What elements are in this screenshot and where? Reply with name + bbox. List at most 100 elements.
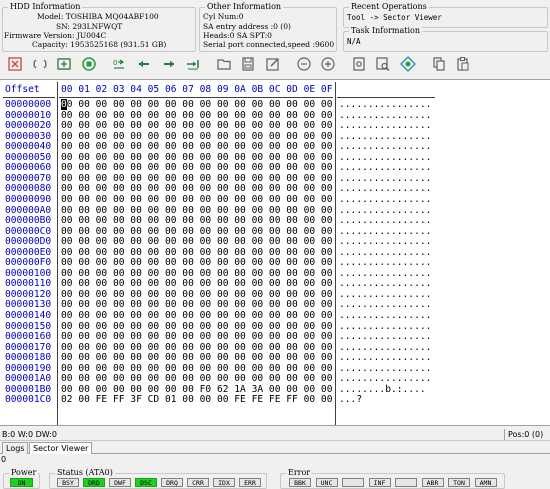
row-bytes[interactable]: 00 00 00 00 00 00 00 00 00 00 00 00 00 0… bbox=[61, 194, 332, 205]
row-address: 00000020 bbox=[5, 120, 52, 132]
row-bytes[interactable]: 00 00 00 00 00 00 00 00 00 00 00 00 00 0… bbox=[61, 352, 332, 363]
column-divider-2 bbox=[335, 82, 336, 425]
stop-icon bbox=[82, 57, 96, 71]
column-divider-1 bbox=[57, 82, 58, 425]
stop-button[interactable] bbox=[78, 53, 100, 75]
edit-button[interactable] bbox=[262, 53, 284, 75]
export-button[interactable] bbox=[4, 53, 26, 75]
row-ascii[interactable]: ................ bbox=[339, 352, 431, 363]
refresh-icon bbox=[33, 59, 47, 69]
status-flag-err: ERR bbox=[239, 478, 261, 487]
row-ascii[interactable]: ................ bbox=[339, 310, 431, 321]
row-address: 000000F0 bbox=[5, 257, 52, 269]
sn-label: SN: bbox=[56, 22, 70, 31]
error-flag-abr: ABR bbox=[421, 478, 444, 487]
row-ascii[interactable]: ................ bbox=[339, 374, 431, 384]
error-flag-ton: TON bbox=[448, 478, 470, 487]
tab-logs[interactable]: Logs bbox=[2, 442, 29, 454]
row-bytes[interactable]: 00 00 00 00 00 00 00 00 00 00 00 00 00 0… bbox=[61, 215, 332, 226]
row-bytes[interactable]: 00 00 00 00 00 00 00 00 00 00 00 00 00 0… bbox=[61, 374, 332, 384]
crosshair-button[interactable] bbox=[397, 53, 419, 75]
error-title: Error bbox=[286, 468, 313, 478]
hex-cursor: 0 bbox=[61, 99, 67, 110]
row-ascii[interactable]: ................ bbox=[339, 331, 431, 342]
row-ascii[interactable]: ................ bbox=[339, 258, 431, 268]
copy-button[interactable] bbox=[428, 53, 450, 75]
status-flag-drd: DRD bbox=[83, 478, 105, 487]
find-icon bbox=[376, 57, 390, 71]
error-flag-blank bbox=[342, 478, 364, 487]
paste-button[interactable] bbox=[452, 53, 474, 75]
goto-end-button[interactable] bbox=[182, 53, 204, 75]
error-flag-blank bbox=[395, 478, 417, 487]
row-bytes[interactable]: 00 00 00 00 00 00 00 00 00 00 00 00 00 0… bbox=[61, 258, 332, 268]
row-bytes[interactable]: 02 00 FE FF 3F CD 01 00 00 00 FE FE FE F… bbox=[61, 395, 332, 405]
row-ascii[interactable]: ................ bbox=[339, 236, 431, 247]
tab-sector-viewer[interactable]: Sector Viewer bbox=[29, 442, 93, 454]
power-on-indicator: ON bbox=[10, 478, 33, 487]
column-headers: 00 01 02 03 04 05 06 07 08 09 0A 0B 0C 0… bbox=[61, 84, 333, 95]
error-flag-unc: UNC bbox=[315, 478, 338, 487]
row-ascii[interactable]: ...? bbox=[339, 395, 362, 405]
row-bytes[interactable]: 00 00 00 00 00 00 00 00 00 00 00 00 00 0… bbox=[61, 310, 332, 321]
row-address: 000001A0 bbox=[5, 373, 52, 385]
row-address: 00000140 bbox=[5, 310, 52, 321]
row-ascii[interactable]: ................ bbox=[339, 141, 431, 152]
row-bytes[interactable]: 00 00 00 00 00 00 00 00 00 00 00 00 00 0… bbox=[61, 120, 332, 131]
status-ata-title: Status (ATA0) bbox=[55, 468, 115, 478]
capacity-value: 1953525168 (931.51 GB) bbox=[70, 40, 167, 49]
save-file-button[interactable] bbox=[237, 53, 259, 75]
row-bytes[interactable]: 00 00 00 00 00 00 00 00 00 00 00 00 00 0… bbox=[61, 331, 332, 342]
find-button[interactable] bbox=[372, 53, 394, 75]
status-flag-dsc: DSC bbox=[135, 478, 157, 487]
settings-sheet-button[interactable] bbox=[348, 53, 370, 75]
zoom-in-icon bbox=[321, 57, 335, 71]
goto-offset-button[interactable]: 0 bbox=[108, 53, 130, 75]
status-bar: B:0 W:0 DW:0 Pos:0 (0) bbox=[0, 428, 550, 441]
serial-port-status: Serial port connected,speed :9600 bbox=[203, 40, 335, 49]
row-bytes[interactable]: 00 00 00 00 00 00 00 00 00 00 00 00 00 0… bbox=[61, 141, 332, 152]
cyl-num: Cyl Num:0 bbox=[203, 12, 244, 21]
header-divider-left bbox=[3, 97, 55, 98]
zoom-in-button[interactable] bbox=[317, 53, 339, 75]
other-info-title: Other Information bbox=[205, 2, 284, 12]
row-ascii[interactable]: ................ bbox=[339, 215, 431, 226]
row-ascii[interactable]: ................ bbox=[339, 99, 431, 110]
crosshair-icon bbox=[399, 56, 416, 72]
zoom-out-button[interactable] bbox=[293, 53, 315, 75]
arrow-right-button[interactable] bbox=[158, 53, 180, 75]
row-address: 000001C0 bbox=[5, 394, 52, 406]
power-title: Power bbox=[9, 468, 39, 478]
save-file-icon bbox=[242, 57, 254, 71]
goto-offset-icon: 0 bbox=[113, 59, 125, 69]
open-folder-icon bbox=[217, 59, 231, 70]
row-ascii[interactable]: ................ bbox=[339, 120, 431, 131]
row-address: 000000D0 bbox=[5, 236, 52, 248]
row-bytes[interactable]: 00 00 00 00 00 00 00 00 00 00 00 00 00 0… bbox=[61, 163, 332, 173]
refresh-button[interactable] bbox=[29, 53, 51, 75]
task-info-value: N/A bbox=[347, 37, 361, 46]
open-folder-button[interactable] bbox=[213, 53, 235, 75]
goto-end-icon bbox=[187, 60, 199, 70]
row-address: 00000090 bbox=[5, 193, 52, 205]
capacity-label: Capacity: bbox=[32, 40, 68, 49]
row-ascii[interactable]: ................ bbox=[339, 194, 431, 205]
row-bytes[interactable]: 00 00 00 00 00 00 00 00 00 00 00 00 00 0… bbox=[61, 99, 332, 110]
settings-sheet-icon bbox=[353, 57, 365, 71]
sector-viewer[interactable]: Offset 00 01 02 03 04 05 06 07 08 09 0A … bbox=[0, 79, 550, 426]
log-area[interactable]: 0 bbox=[0, 455, 550, 467]
error-flag-amn: AMN bbox=[474, 478, 497, 487]
arrow-left-button[interactable] bbox=[133, 53, 155, 75]
toolbar: 0 bbox=[0, 51, 550, 77]
error-flag-inf: INF bbox=[368, 478, 391, 487]
row-ascii[interactable]: ................ bbox=[339, 163, 431, 173]
row-bytes[interactable]: 00 00 00 00 00 00 00 00 00 00 00 00 00 0… bbox=[61, 236, 332, 247]
sn-value: 293LNFWQT bbox=[72, 22, 123, 31]
log-text: 0 bbox=[1, 455, 7, 464]
row-address: 000000B0 bbox=[5, 215, 52, 227]
save-disk-icon bbox=[57, 58, 71, 70]
save-disk-button[interactable] bbox=[53, 53, 75, 75]
bottom-tabs: Logs Sector Viewer bbox=[0, 441, 550, 454]
arrow-left-icon bbox=[138, 60, 149, 68]
header-divider-middle bbox=[59, 97, 333, 98]
